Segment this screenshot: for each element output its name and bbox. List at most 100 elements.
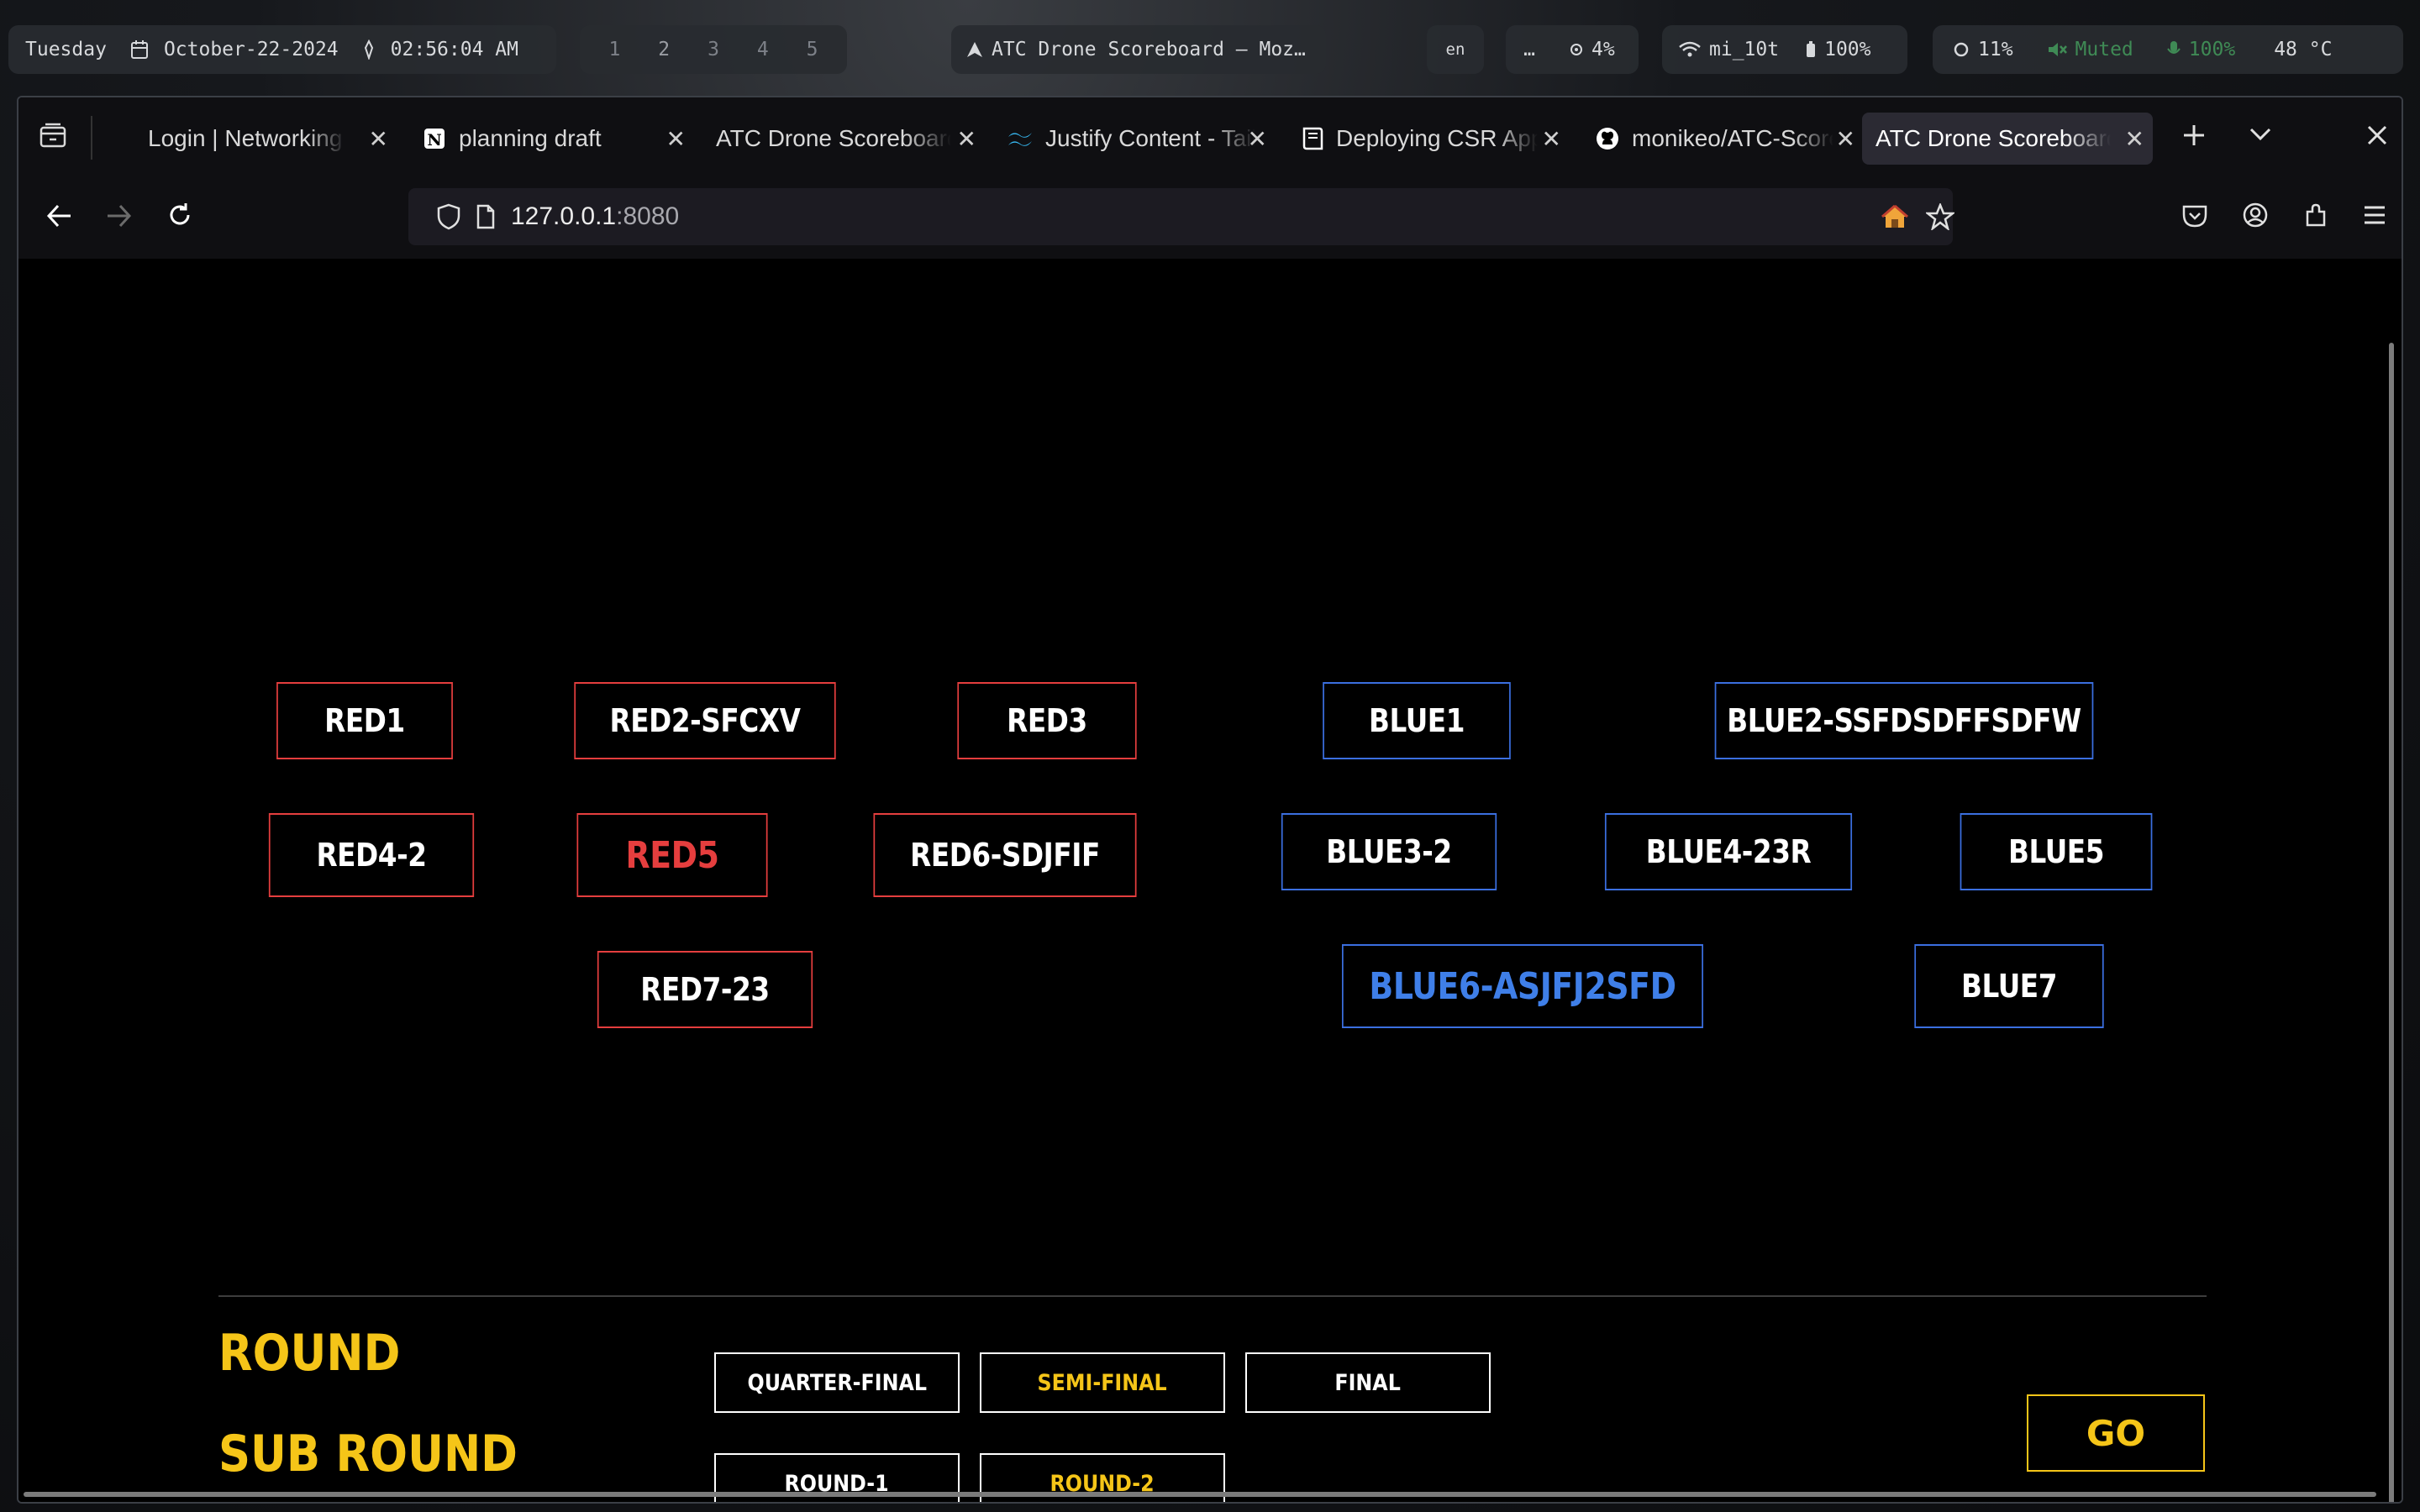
book-icon <box>1301 126 1324 151</box>
home-icon[interactable] <box>1881 204 1909 229</box>
overflow-menu[interactable]: … <box>1506 39 1553 60</box>
scrollbar-thumb[interactable] <box>2389 343 2394 1502</box>
tab-justify-content[interactable]: Justify Content - Tailwind ✕ <box>990 113 1276 165</box>
reload-icon[interactable] <box>166 202 193 228</box>
horizontal-scrollbar[interactable] <box>24 1492 2376 1497</box>
list-all-tabs-icon[interactable] <box>2249 126 2272 143</box>
tab-close-icon[interactable]: ✕ <box>369 125 388 153</box>
team-red2-button[interactable]: RED2-SFCXV <box>574 682 836 759</box>
battery-icon <box>1806 41 1816 58</box>
volume-widget[interactable]: Muted <box>2047 39 2133 60</box>
tab-label: planning draft <box>459 125 602 151</box>
day-label: Tuesday <box>25 39 107 60</box>
account-icon[interactable] <box>2242 202 2269 228</box>
controls-divider <box>218 1295 2207 1297</box>
tab-label: Deploying CSR Apps <box>1336 125 1538 151</box>
tab-close-icon[interactable]: ✕ <box>1836 125 1855 153</box>
workspace-5[interactable]: 5 <box>807 39 818 60</box>
shield-icon[interactable] <box>437 203 460 230</box>
tab-github-repo[interactable]: monikeo/ATC-Scoreboard ✕ <box>1578 113 1864 165</box>
tab-deploying-csr[interactable]: Deploying CSR Apps ✕ <box>1284 113 1570 165</box>
team-blue5-button[interactable]: BLUE5 <box>1960 813 2153 890</box>
url-port: :8080 <box>616 202 680 230</box>
language-text: en <box>1445 40 1465 59</box>
round-final-button[interactable]: FINAL <box>1245 1352 1491 1413</box>
github-icon <box>1595 126 1620 151</box>
team-blue1-button[interactable]: BLUE1 <box>1323 682 1511 759</box>
tab-label: ATC Drone Scoreboard <box>716 125 951 151</box>
tab-login-networking[interactable]: Login | Networking ✕ <box>108 113 397 165</box>
tailwind-icon <box>1007 129 1034 148</box>
clock-widget: Tuesday October-22-2024 02:56:04 AM <box>8 25 556 74</box>
vertical-scrollbar[interactable] <box>2381 259 2402 1502</box>
tab-close-icon[interactable]: ✕ <box>1248 125 1267 153</box>
workspace-switcher: 1 2 3 4 5 <box>580 25 847 74</box>
team-blue2-button[interactable]: BLUE2-SSFDSDFFSDFW <box>1714 682 2094 759</box>
round-label: ROUND <box>218 1324 401 1383</box>
workspace-2[interactable]: 2 <box>658 39 670 60</box>
mic-widget[interactable]: 100% <box>2166 39 2235 60</box>
round-quarter-final-button[interactable]: QUARTER-FINAL <box>714 1352 960 1413</box>
team-red7-button[interactable]: RED7-23 <box>597 951 813 1028</box>
navigation-bar: 127.0.0.1:8080 <box>18 178 2402 259</box>
go-button[interactable]: GO <box>2027 1394 2205 1472</box>
arch-logo-icon <box>966 41 983 58</box>
team-blue4-button[interactable]: BLUE4-23R <box>1604 813 1853 890</box>
speaker-muted-icon <box>2047 41 2067 58</box>
tab-atc-scoreboard-1[interactable]: ATC Drone Scoreboard ✕ <box>699 113 985 165</box>
team-blue6-button-selected[interactable]: BLUE6-ASJFJ2SFD <box>1342 944 1703 1028</box>
extensions-icon[interactable] <box>2302 202 2329 228</box>
round-semi-final-button-selected[interactable]: SEMI-FINAL <box>980 1352 1225 1413</box>
team-red6-button[interactable]: RED6-SDJFIF <box>873 813 1137 897</box>
tab-close-icon[interactable]: ✕ <box>957 125 976 153</box>
pocket-icon[interactable] <box>2181 203 2208 228</box>
calendar-icon <box>130 39 149 60</box>
workspace-1[interactable]: 1 <box>608 39 620 60</box>
close-window-icon[interactable] <box>2366 124 2388 146</box>
wifi-widget[interactable]: mi_10t <box>1679 39 1779 60</box>
firefox-view-icon[interactable] <box>39 123 67 150</box>
menu-icon[interactable] <box>2363 205 2386 225</box>
tab-label: Login | Networking <box>148 125 343 151</box>
tab-atc-scoreboard-active[interactable]: ATC Drone Scoreboard ✕ <box>1862 113 2153 165</box>
page-info-icon[interactable] <box>476 204 496 229</box>
clock-icon <box>360 39 377 60</box>
forward-icon[interactable] <box>106 203 133 228</box>
tab-close-icon[interactable]: ✕ <box>2125 125 2144 153</box>
team-red1-button[interactable]: RED1 <box>276 682 453 759</box>
round-option-label: FINAL <box>1334 1369 1402 1396</box>
team-blue3-button[interactable]: BLUE3-2 <box>1281 813 1497 890</box>
tray-group-2: mi_10t 100% <box>1662 25 1907 74</box>
tab-close-icon[interactable]: ✕ <box>1542 125 1561 153</box>
scoreboard-page: RED1 RED2-SFCXV RED3 RED4-2 RED5 RED6-SD… <box>18 259 2385 1502</box>
back-icon[interactable] <box>45 203 72 228</box>
url-bar[interactable]: 127.0.0.1:8080 <box>408 188 1954 245</box>
workspace-4[interactable]: 4 <box>757 39 769 60</box>
workspace-3[interactable]: 3 <box>708 39 719 60</box>
system-bar: Tuesday October-22-2024 02:56:04 AM 1 2 … <box>0 0 2420 81</box>
team-red3-button[interactable]: RED3 <box>957 682 1137 759</box>
notion-icon: N <box>422 126 447 151</box>
battery-widget: 100% <box>1806 39 1870 60</box>
wifi-icon <box>1679 41 1701 58</box>
time-label: 02:56:04 AM <box>390 39 518 60</box>
cpu-icon <box>1570 43 1583 56</box>
bookmark-star-icon[interactable] <box>1926 203 1954 230</box>
new-tab-icon[interactable] <box>2181 123 2207 148</box>
tab-divider <box>91 116 92 160</box>
tray-group-1: … 4% <box>1506 25 1639 74</box>
cpu-widget: 4% <box>1570 39 1615 60</box>
battery-value: 100% <box>1824 39 1871 60</box>
brightness-widget[interactable]: 11% <box>1953 39 2013 60</box>
team-red4-button[interactable]: RED4-2 <box>268 813 475 897</box>
temperature-value: 48 °C <box>2274 39 2333 60</box>
team-blue7-button[interactable]: BLUE7 <box>1914 944 2104 1028</box>
microphone-icon <box>2166 40 2181 59</box>
url-text[interactable]: 127.0.0.1:8080 <box>511 202 679 231</box>
tab-planning-draft[interactable]: N planning draft ✕ <box>405 113 694 165</box>
team-red5-button-selected[interactable]: RED5 <box>576 813 768 897</box>
tab-bar: Login | Networking ✕ N planning draft ✕ … <box>18 97 2402 178</box>
language-indicator[interactable]: en <box>1427 25 1484 74</box>
tab-close-icon[interactable]: ✕ <box>666 125 686 153</box>
brightness-icon <box>1953 41 1970 58</box>
